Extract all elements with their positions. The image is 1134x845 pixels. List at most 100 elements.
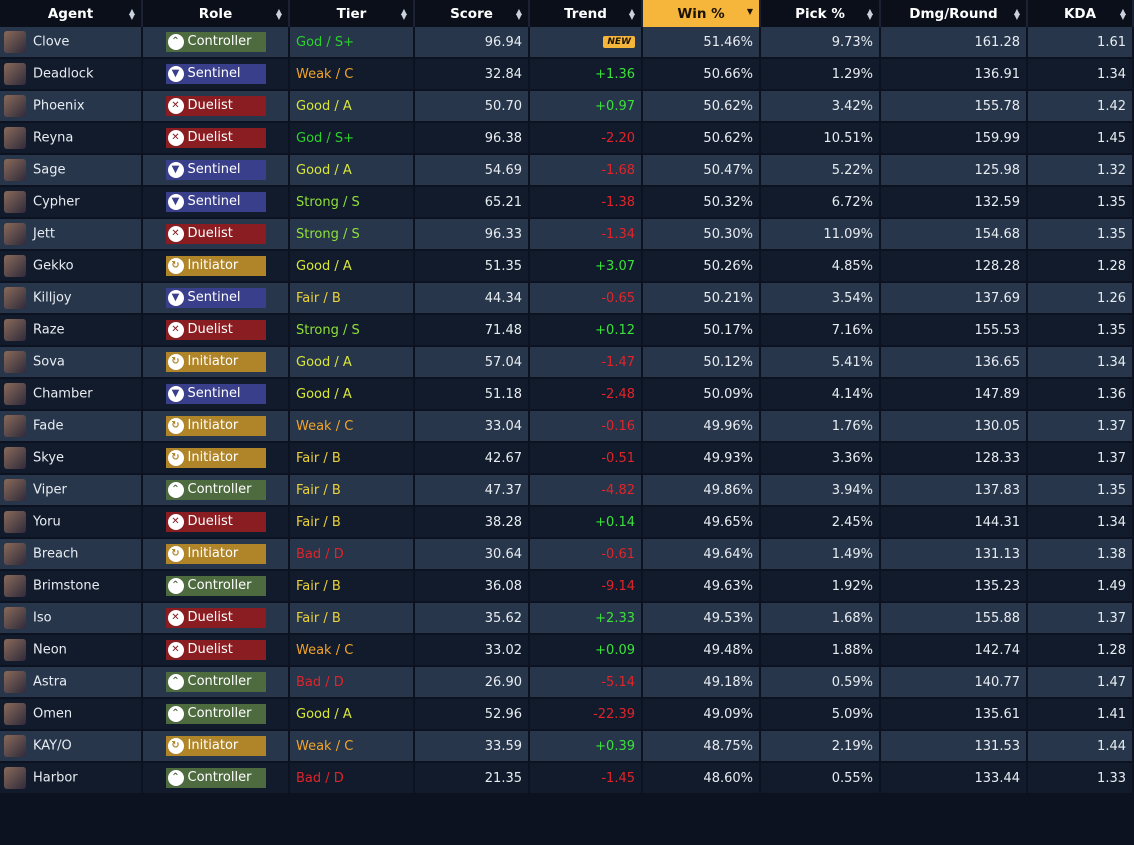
agent-cell[interactable]: Gekko: [0, 251, 143, 283]
table-row[interactable]: Omen ⌃ Controller Good / A 52.96 -22.39 49.09%…: [0, 699, 1134, 731]
column-header-pick[interactable]: Pick % ▲ ▼: [761, 0, 881, 27]
table-row[interactable]: Iso ✕ Duelist Fair / B 35.62 +2.33 49.53% 1.68%…: [0, 603, 1134, 635]
sort-arrows-icon[interactable]: ▲ ▼: [867, 8, 873, 21]
initiator-icon: ↻: [167, 257, 184, 274]
sort-arrows-icon[interactable]: ▲ ▼: [516, 8, 522, 21]
column-header-kda[interactable]: KDA ▲ ▼: [1028, 0, 1134, 27]
table-row[interactable]: Reyna ✕ Duelist God / S+ 96.38 -2.20 50.62% 10.…: [0, 123, 1134, 155]
column-header-agent[interactable]: Agent ▲ ▼: [0, 0, 143, 27]
duelist-icon: ✕: [167, 641, 184, 658]
pick-rate-cell: 1.88%: [761, 635, 881, 667]
tier-cell: Weak / C: [290, 411, 415, 443]
sort-arrows-icon[interactable]: ▲ ▼: [401, 8, 407, 21]
agent-cell[interactable]: Phoenix: [0, 91, 143, 123]
agent-cell[interactable]: Neon: [0, 635, 143, 667]
table-row[interactable]: Viper ⌃ Controller Fair / B 47.37 -4.82 49.86%…: [0, 475, 1134, 507]
agent-avatar-icon: [4, 127, 26, 149]
agent-avatar-icon: [4, 479, 26, 501]
table-row[interactable]: Jett ✕ Duelist Strong / S 96.33 -1.34 50.30% 11…: [0, 219, 1134, 251]
table-row[interactable]: Cypher ▼ Sentinel Strong / S 65.21 -1.38 50.32…: [0, 187, 1134, 219]
agent-cell[interactable]: Chamber: [0, 379, 143, 411]
win-rate-cell: 50.66%: [643, 59, 761, 91]
column-header-score[interactable]: Score ▲ ▼: [415, 0, 530, 27]
agent-avatar-icon: [4, 95, 26, 117]
kda-cell: 1.38: [1028, 539, 1134, 571]
score-cell: 47.37: [415, 475, 530, 507]
agent-cell[interactable]: Viper: [0, 475, 143, 507]
agent-avatar-icon: [4, 639, 26, 661]
score-cell: 44.34: [415, 283, 530, 315]
table-row[interactable]: Sage ▼ Sentinel Good / A 54.69 -1.68 50.47% 5.2…: [0, 155, 1134, 187]
agent-cell[interactable]: Skye: [0, 443, 143, 475]
role-cell: ✕ Duelist: [143, 507, 290, 539]
table-row[interactable]: Raze ✕ Duelist Strong / S 71.48 +0.12 50.17% 7.…: [0, 315, 1134, 347]
tier-cell: Fair / B: [290, 443, 415, 475]
sort-arrows-icon[interactable]: ▲ ▼: [1120, 8, 1126, 21]
column-header-tier[interactable]: Tier ▲ ▼: [290, 0, 415, 27]
column-header-label: KDA: [1063, 5, 1097, 22]
agent-cell[interactable]: Jett: [0, 219, 143, 251]
role-badge: ▼ Sentinel: [165, 160, 266, 180]
trend-cell: -22.39: [530, 699, 643, 731]
agent-cell[interactable]: Yoru: [0, 507, 143, 539]
agent-cell[interactable]: Killjoy: [0, 283, 143, 315]
table-row[interactable]: Clove ⌃ Controller God / S+ 96.94 NEW 51.46% 9.…: [0, 27, 1134, 59]
table-row[interactable]: Astra ⌃ Controller Bad / D 26.90 -5.14 49.18% 0…: [0, 667, 1134, 699]
agent-cell[interactable]: Clove: [0, 27, 143, 59]
table-row[interactable]: Breach ↻ Initiator Bad / D 30.64 -0.61 49.64% 1…: [0, 539, 1134, 571]
agent-cell[interactable]: Brimstone: [0, 571, 143, 603]
tier-cell: Fair / B: [290, 507, 415, 539]
score-cell: 50.70: [415, 91, 530, 123]
agent-cell[interactable]: Deadlock: [0, 59, 143, 91]
agent-cell[interactable]: Astra: [0, 667, 143, 699]
agent-cell[interactable]: Sage: [0, 155, 143, 187]
table-row[interactable]: Neon ✕ Duelist Weak / C 33.02 +0.09 49.48% 1.88…: [0, 635, 1134, 667]
table-row[interactable]: KAY/O ↻ Initiator Weak / C 33.59 +0.39 48.75% 2…: [0, 731, 1134, 763]
sort-arrows-icon[interactable]: ▼: [747, 8, 753, 16]
role-badge: ✕ Duelist: [165, 608, 266, 628]
column-header-win[interactable]: Win % ▼: [643, 0, 761, 27]
role-cell: ⌃ Controller: [143, 763, 290, 795]
kda-cell: 1.33: [1028, 763, 1134, 795]
role-badge: ⌃ Controller: [165, 480, 266, 500]
pick-rate-cell: 5.09%: [761, 699, 881, 731]
agent-cell[interactable]: Reyna: [0, 123, 143, 155]
table-row[interactable]: Chamber ▼ Sentinel Good / A 51.18 -2.48 50.09%…: [0, 379, 1134, 411]
table-row[interactable]: Gekko ↻ Initiator Good / A 51.35 +3.07 50.26% 4…: [0, 251, 1134, 283]
column-header-role[interactable]: Role ▲ ▼: [143, 0, 290, 27]
sort-arrows-icon[interactable]: ▲ ▼: [276, 8, 282, 21]
table-row[interactable]: Skye ↻ Initiator Fair / B 42.67 -0.51 49.93% 3.…: [0, 443, 1134, 475]
agent-cell[interactable]: KAY/O: [0, 731, 143, 763]
agent-name: Cypher: [33, 194, 80, 210]
agent-name: Reyna: [33, 130, 74, 146]
table-row[interactable]: Fade ↻ Initiator Weak / C 33.04 -0.16 49.96% 1.…: [0, 411, 1134, 443]
table-row[interactable]: Sova ↻ Initiator Good / A 57.04 -1.47 50.12% 5.…: [0, 347, 1134, 379]
role-badge: ▼ Sentinel: [165, 64, 266, 84]
table-row[interactable]: Deadlock ▼ Sentinel Weak / C 32.84 +1.36 50.66…: [0, 59, 1134, 91]
table-row[interactable]: Harbor ⌃ Controller Bad / D 21.35 -1.45 48.60%…: [0, 763, 1134, 795]
agent-cell[interactable]: Raze: [0, 315, 143, 347]
agent-avatar-icon: [4, 671, 26, 693]
agent-cell[interactable]: Fade: [0, 411, 143, 443]
column-header-dmg-round[interactable]: Dmg/Round ▲ ▼: [881, 0, 1028, 27]
role-badge: ⌃ Controller: [165, 576, 266, 596]
sort-arrows-icon[interactable]: ▲ ▼: [129, 8, 135, 21]
role-label: Duelist: [187, 514, 233, 529]
agent-cell[interactable]: Cypher: [0, 187, 143, 219]
agent-cell[interactable]: Sova: [0, 347, 143, 379]
table-row[interactable]: Brimstone ⌃ Controller Fair / B 36.08 -9.14 49…: [0, 571, 1134, 603]
score-cell: 21.35: [415, 763, 530, 795]
agent-cell[interactable]: Harbor: [0, 763, 143, 795]
agent-cell[interactable]: Omen: [0, 699, 143, 731]
agent-name: Omen: [33, 706, 73, 722]
agent-name: Harbor: [33, 770, 78, 786]
table-row[interactable]: Phoenix ✕ Duelist Good / A 50.70 +0.97 50.62% 3…: [0, 91, 1134, 123]
table-row[interactable]: Yoru ✕ Duelist Fair / B 38.28 +0.14 49.65% 2.45…: [0, 507, 1134, 539]
agent-cell[interactable]: Breach: [0, 539, 143, 571]
sort-arrows-icon[interactable]: ▲ ▼: [629, 8, 635, 21]
kda-cell: 1.35: [1028, 475, 1134, 507]
table-row[interactable]: Killjoy ▼ Sentinel Fair / B 44.34 -0.65 50.21%…: [0, 283, 1134, 315]
sort-arrows-icon[interactable]: ▲ ▼: [1014, 8, 1020, 21]
column-header-trend[interactable]: Trend ▲ ▼: [530, 0, 643, 27]
agent-cell[interactable]: Iso: [0, 603, 143, 635]
